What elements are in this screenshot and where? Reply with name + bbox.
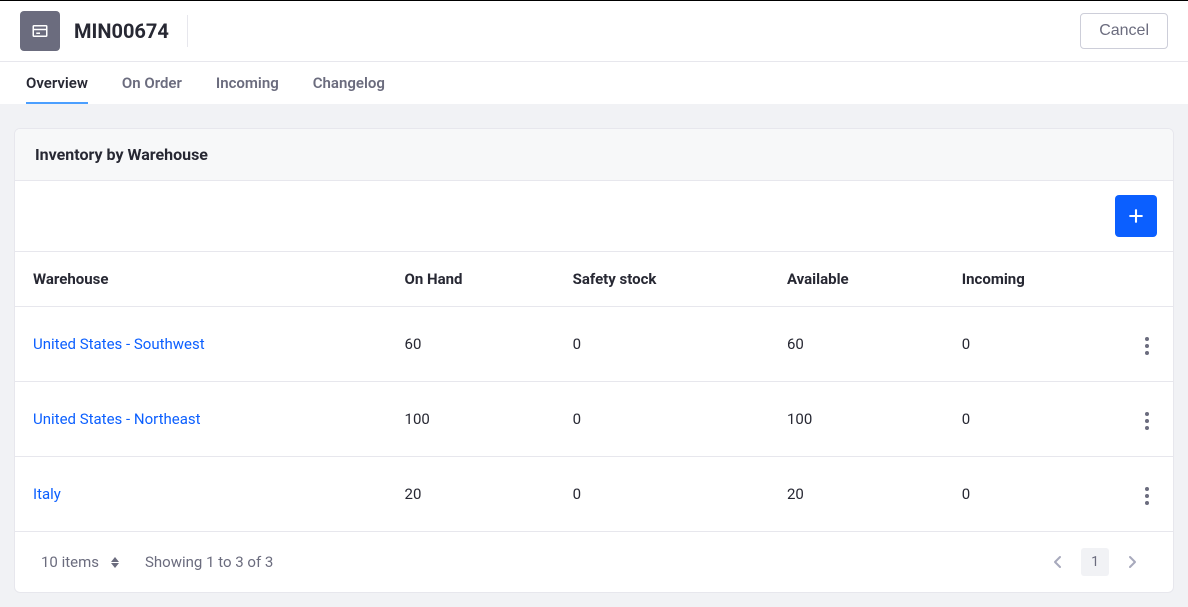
tab-on-order[interactable]: On Order bbox=[122, 62, 182, 104]
cell-on-hand: 60 bbox=[387, 307, 555, 382]
table-row: United States - Southwest 60 0 60 0 bbox=[15, 307, 1173, 382]
page-header: MIN00674 Cancel bbox=[0, 1, 1188, 62]
pager-next[interactable] bbox=[1119, 548, 1147, 576]
col-actions bbox=[1121, 252, 1173, 307]
page-size-label: 10 items bbox=[41, 553, 99, 571]
col-incoming[interactable]: Incoming bbox=[944, 252, 1121, 307]
showing-label: Showing 1 to 3 of 3 bbox=[145, 553, 273, 571]
card-toolbar bbox=[15, 181, 1173, 252]
cell-safety-stock: 0 bbox=[555, 457, 769, 532]
card-title: Inventory by Warehouse bbox=[15, 129, 1173, 181]
pager-prev[interactable] bbox=[1043, 548, 1071, 576]
chevron-left-icon bbox=[1052, 555, 1062, 569]
warehouse-link[interactable]: Italy bbox=[33, 485, 61, 503]
tabs: Overview On Order Incoming Changelog bbox=[0, 62, 1188, 104]
chevron-right-icon bbox=[1128, 555, 1138, 569]
cell-incoming: 0 bbox=[944, 457, 1121, 532]
plus-icon bbox=[1126, 206, 1146, 226]
add-button[interactable] bbox=[1115, 195, 1157, 237]
warehouse-link[interactable]: United States - Northeast bbox=[33, 410, 201, 428]
tab-incoming[interactable]: Incoming bbox=[216, 62, 279, 104]
pager-current[interactable]: 1 bbox=[1081, 548, 1109, 576]
cell-incoming: 0 bbox=[944, 307, 1121, 382]
inventory-card: Inventory by Warehouse Warehouse On Hand… bbox=[14, 128, 1174, 593]
cell-incoming: 0 bbox=[944, 382, 1121, 457]
cell-available: 20 bbox=[769, 457, 944, 532]
page-size-selector[interactable]: 10 items bbox=[41, 553, 119, 571]
cell-safety-stock: 0 bbox=[555, 307, 769, 382]
cell-available: 60 bbox=[769, 307, 944, 382]
row-actions-menu[interactable] bbox=[1139, 331, 1155, 361]
content-area: Inventory by Warehouse Warehouse On Hand… bbox=[0, 104, 1188, 607]
tab-changelog[interactable]: Changelog bbox=[313, 62, 385, 104]
col-on-hand[interactable]: On Hand bbox=[387, 252, 555, 307]
cell-safety-stock: 0 bbox=[555, 382, 769, 457]
cell-on-hand: 20 bbox=[387, 457, 555, 532]
header-left: MIN00674 bbox=[20, 11, 188, 51]
table-row: United States - Northeast 100 0 100 0 bbox=[15, 382, 1173, 457]
page-title: MIN00674 bbox=[74, 15, 188, 47]
cancel-button[interactable]: Cancel bbox=[1080, 13, 1168, 49]
cell-available: 100 bbox=[769, 382, 944, 457]
pager: 1 bbox=[1043, 548, 1147, 576]
row-actions-menu[interactable] bbox=[1139, 481, 1155, 511]
table-row: Italy 20 0 20 0 bbox=[15, 457, 1173, 532]
tab-overview[interactable]: Overview bbox=[26, 62, 88, 104]
cell-on-hand: 100 bbox=[387, 382, 555, 457]
row-actions-menu[interactable] bbox=[1139, 406, 1155, 436]
item-icon bbox=[20, 11, 60, 51]
col-warehouse[interactable]: Warehouse bbox=[15, 252, 387, 307]
col-available[interactable]: Available bbox=[769, 252, 944, 307]
warehouse-link[interactable]: United States - Southwest bbox=[33, 335, 205, 353]
inventory-table: Warehouse On Hand Safety stock Available… bbox=[15, 252, 1173, 532]
table-footer: 10 items Showing 1 to 3 of 3 1 bbox=[15, 532, 1173, 592]
sort-icon bbox=[111, 557, 119, 568]
col-safety-stock[interactable]: Safety stock bbox=[555, 252, 769, 307]
